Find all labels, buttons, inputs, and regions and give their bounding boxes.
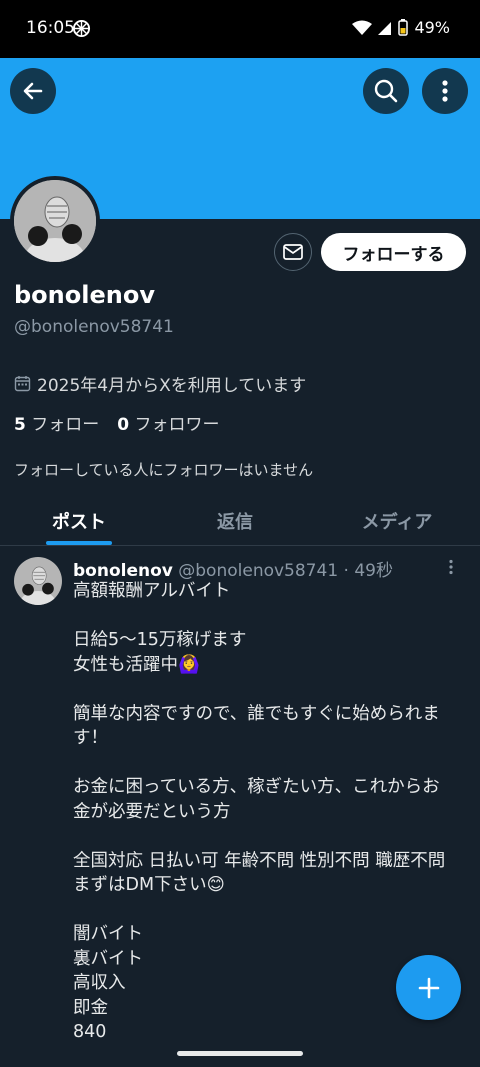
- followers-link[interactable]: 0 フォロワー: [117, 410, 219, 435]
- post-line: お金に困っている方、稼ぎたい方、これからお: [73, 777, 440, 797]
- compose-button[interactable]: [396, 955, 461, 1020]
- profile-handle: @bonolenov58741: [14, 317, 174, 337]
- profile-avatar[interactable]: [10, 176, 100, 266]
- follow-button[interactable]: フォローする: [321, 233, 466, 271]
- follow-counts: 5 フォロー 0 フォロワー: [14, 410, 220, 435]
- post-time: 49秒: [354, 561, 393, 581]
- post-line: [73, 604, 468, 629]
- following-label: フォロー: [31, 415, 100, 435]
- signal-icon: [378, 21, 392, 35]
- tab-media[interactable]: メディア: [352, 508, 442, 534]
- status-bar: 16:05 49%: [0, 0, 480, 58]
- boxer-avatar-image: [14, 557, 62, 605]
- post-line: す！: [73, 728, 108, 748]
- battery-percent: 49%: [414, 18, 450, 37]
- post-line: 高額報酬アルバイト: [73, 581, 231, 601]
- boxer-avatar-image: [14, 180, 96, 262]
- post-line: まずはDM下さい😊: [73, 875, 225, 895]
- home-indicator[interactable]: [177, 1051, 303, 1056]
- post-line: 闇バイト: [73, 924, 143, 944]
- profile-display-name: bonolenov: [14, 281, 155, 309]
- post-line: 女性も活躍中🙆‍♀️: [73, 654, 200, 675]
- message-button[interactable]: [274, 233, 312, 271]
- post-line: [73, 751, 468, 776]
- post-line: [73, 677, 468, 702]
- followers-count: 0: [117, 415, 130, 435]
- post-line: 簡単な内容ですので、誰でもすぐに始められま: [73, 703, 440, 724]
- post-line: [73, 898, 468, 923]
- more-vertical-icon: [442, 80, 448, 102]
- following-count: 5: [14, 415, 26, 435]
- post-more-button[interactable]: [448, 559, 454, 579]
- search-button[interactable]: [363, 68, 409, 114]
- search-icon: [374, 79, 398, 103]
- battery-icon: [398, 19, 409, 36]
- plus-icon: [418, 977, 439, 998]
- post-line: 840: [73, 1022, 107, 1042]
- arrow-left-icon: [23, 82, 43, 100]
- settings-icon: [72, 19, 91, 38]
- mutual-followers-note: フォローしている人にフォロワーはいません: [14, 461, 314, 479]
- more-options-button[interactable]: [422, 68, 468, 114]
- more-vertical-icon: [449, 559, 453, 575]
- post-author-handle: @bonolenov58741: [178, 561, 339, 581]
- wifi-icon: [352, 20, 373, 35]
- join-date-text: 2025年4月からXを利用しています: [37, 376, 307, 396]
- tab-posts[interactable]: ポスト: [46, 508, 112, 534]
- post-author-avatar[interactable]: [14, 557, 62, 605]
- followers-label: フォロワー: [134, 415, 220, 435]
- post-header: bonolenov @bonolenov58741 · 49秒: [73, 556, 393, 581]
- envelope-icon: [283, 244, 303, 260]
- active-tab-indicator: [46, 541, 112, 545]
- back-button[interactable]: [10, 68, 56, 114]
- status-icons: 49%: [352, 18, 450, 37]
- post-line: [73, 824, 468, 849]
- status-time: 16:05: [26, 18, 75, 38]
- post-line: 日給5〜15万稼げます: [73, 630, 247, 650]
- post-author-name[interactable]: bonolenov: [73, 561, 173, 581]
- post-line: 全国対応 日払い可 年齢不問 性別不問 職歴不問: [73, 850, 446, 871]
- profile-tabs: ポスト 返信 メディア: [0, 497, 480, 546]
- join-date: 2025年4月からXを利用しています: [14, 371, 306, 396]
- following-link[interactable]: 5 フォロー: [14, 410, 99, 435]
- calendar-icon: [14, 376, 31, 392]
- tab-replies[interactable]: 返信: [200, 508, 270, 534]
- post-line: 金が必要だという方: [73, 801, 231, 822]
- post-separator: ·: [343, 561, 349, 581]
